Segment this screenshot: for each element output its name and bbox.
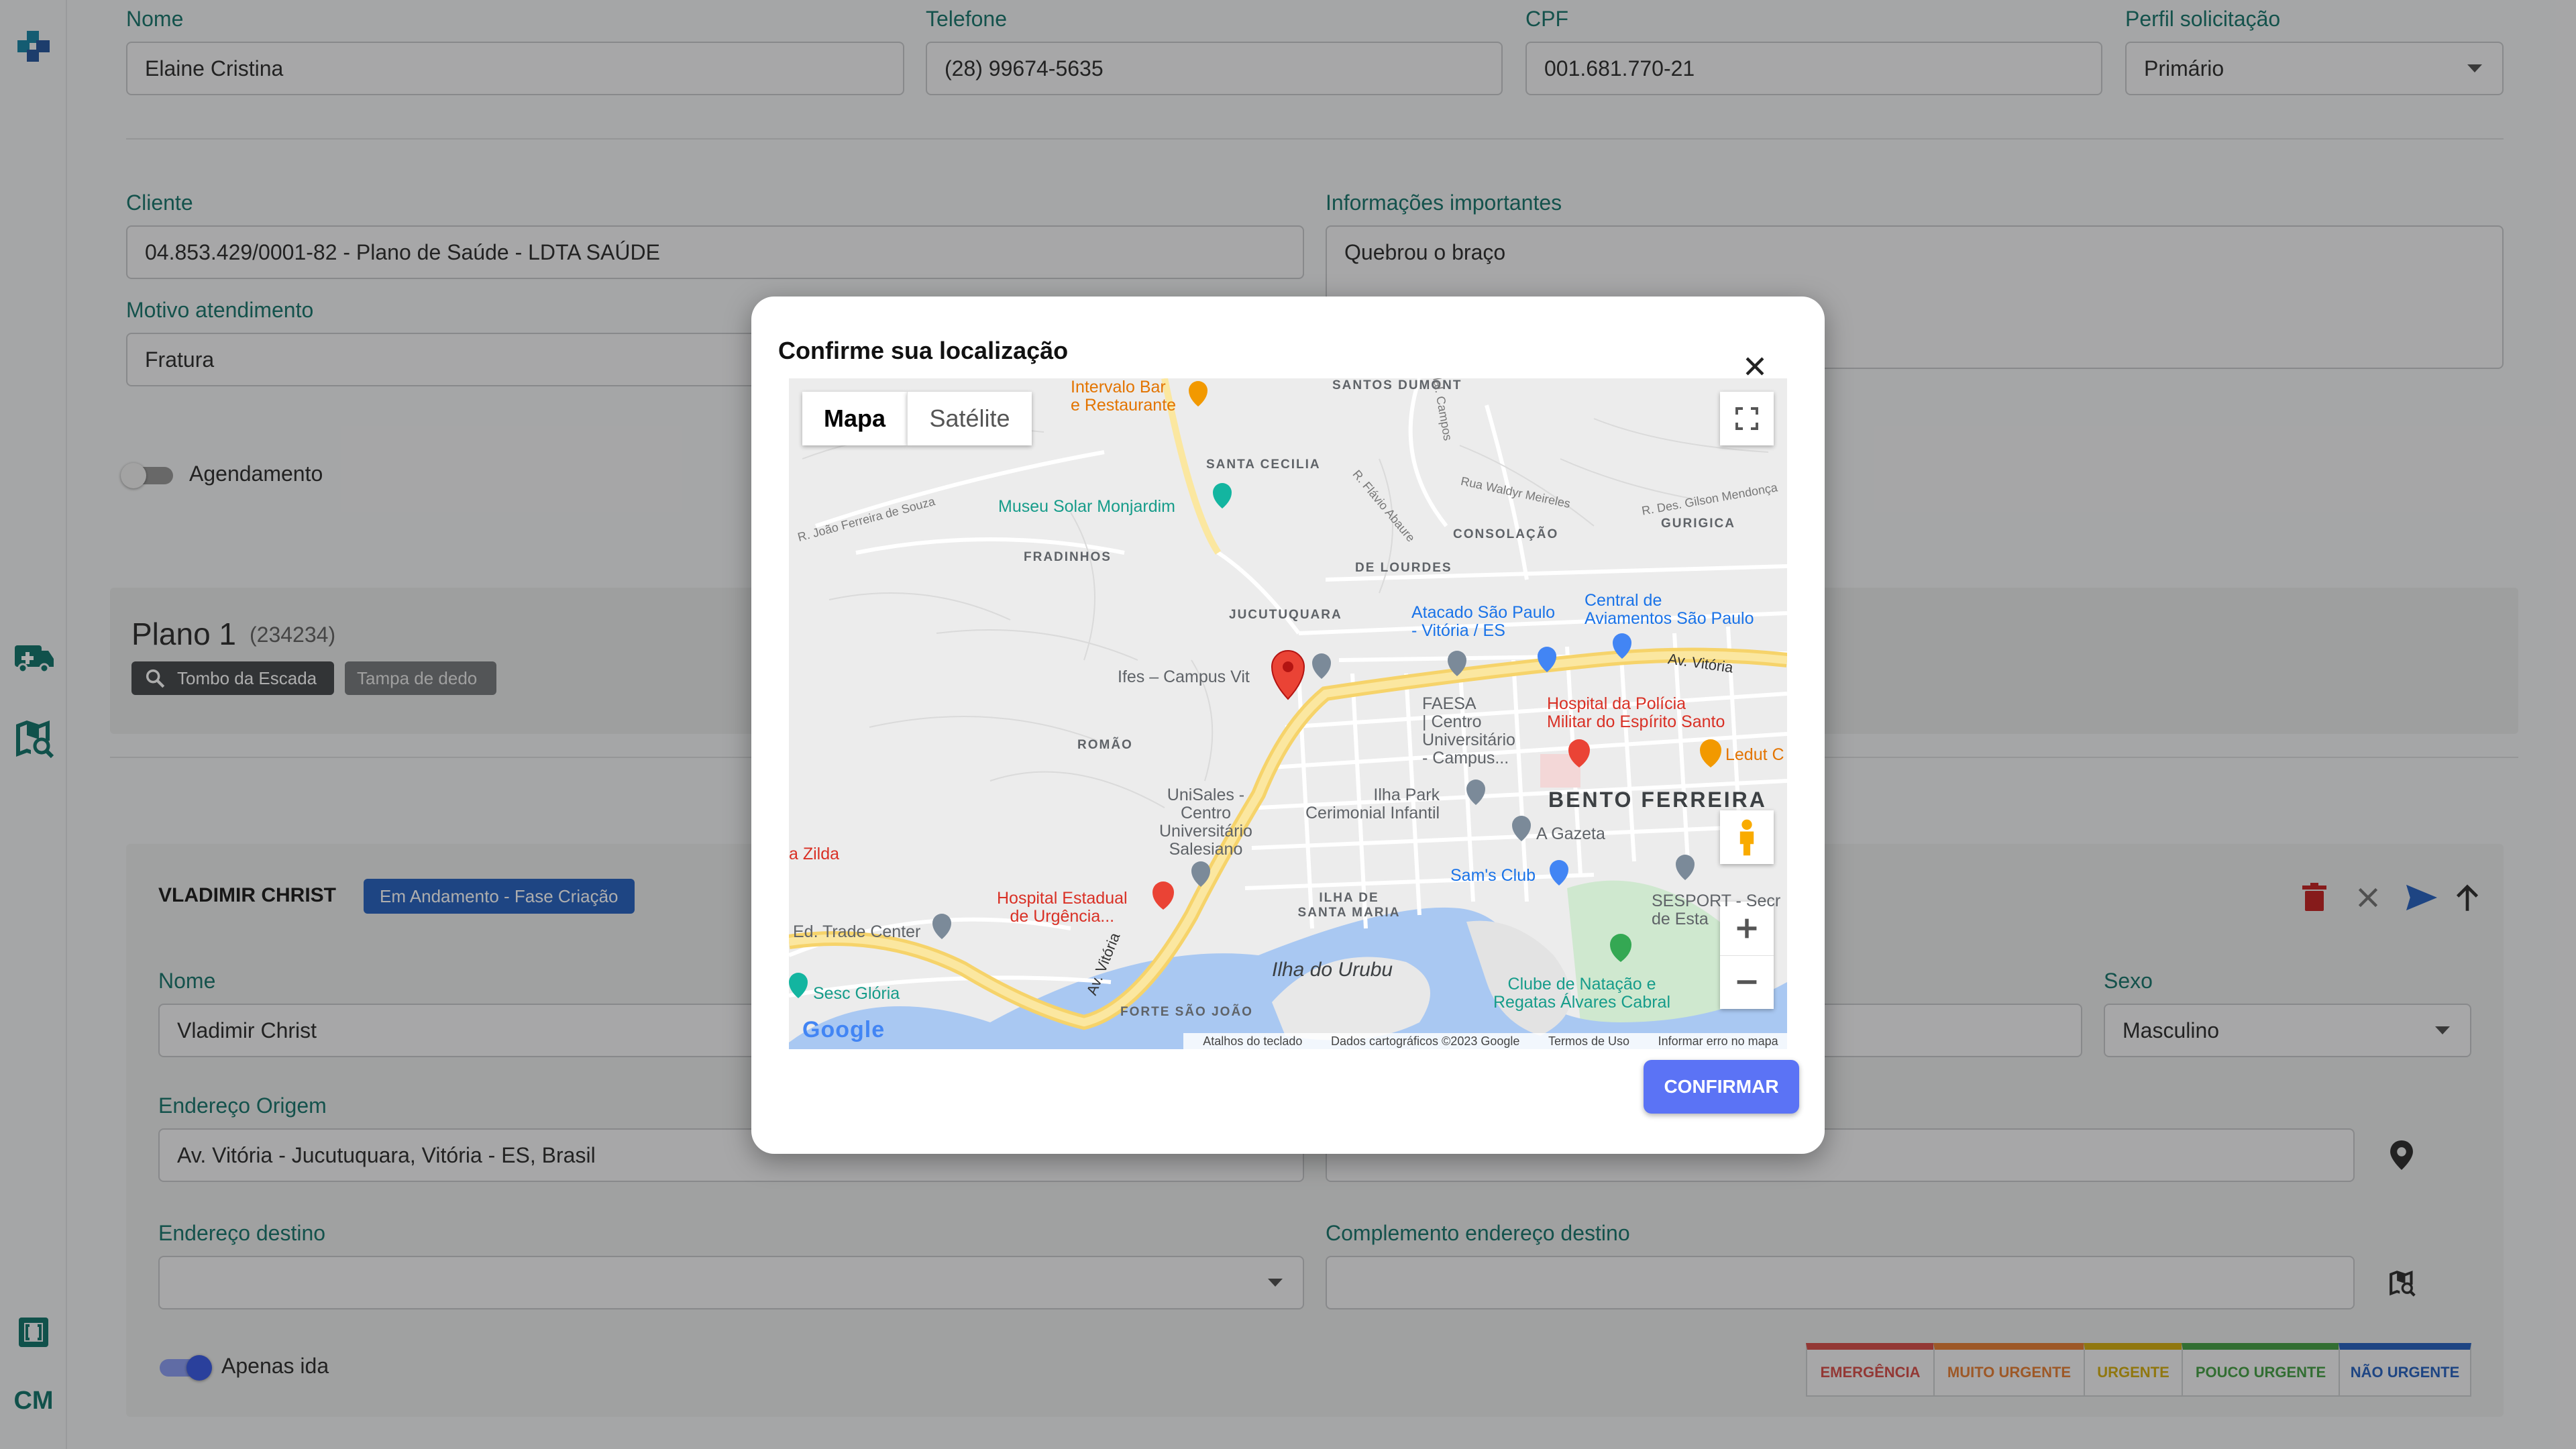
map-poi-label: Central de Aviamentos São Paulo [1585,591,1754,628]
confirm-button[interactable]: CONFIRMAR [1644,1060,1799,1114]
map-poi-label: Sesc Glória [813,984,900,1003]
report-error-link[interactable]: Informar erro no mapa [1658,1034,1778,1049]
map-poi-label: Ed. Trade Center [793,922,921,941]
keyboard-shortcuts-link[interactable]: Atalhos do teclado [1203,1034,1302,1049]
map-area-label: GURIGICA [1661,517,1735,531]
map-area-label: FORTE SÃO JOÃO [1120,1005,1253,1019]
map-poi-label: Museu Solar Monjardim [998,497,1175,516]
map-poi-label: A Gazeta [1536,824,1605,843]
map-data-text: Dados cartográficos ©2023 Google [1330,1034,1520,1048]
map-poi-label: Ilha do Urubu [1272,959,1393,981]
map-area-label: ILHA DE SANTA MARIA [1297,891,1401,920]
map-area-label: JUCUTUQUARA [1229,608,1342,622]
map-type-mapa[interactable]: Mapa [802,392,907,445]
map-area-label: CONSOLAÇÃO [1453,527,1559,541]
map-area-label: SANTA CECILIA [1206,458,1321,472]
map-view[interactable]: Mapa Satélite SANTOS DUMONT SANTA CECILI… [789,378,1787,1049]
map-poi-label: Atacado São Paulo - Vitória / ES [1411,603,1556,640]
google-logo: Google [802,1017,885,1043]
location-pin-icon[interactable] [1271,652,1305,700]
map-poi-label: Hospital Estadual de Urgência... [997,889,1128,926]
modal-title: Confirme sua localização [778,337,1069,364]
zoom-out-icon[interactable] [1720,956,1774,1010]
location-modal: Confirme sua localização Mapa Satélite S… [751,297,1825,1154]
map-poi-label: FAESA | Centro Universitário - Campus... [1422,694,1515,767]
map-area-label: FRADINHOS [1024,550,1112,564]
map-attribution: Atalhos do teclado Dados cartográficos ©… [1183,1033,1787,1049]
map-poi-label: Ledut C [1725,745,1784,764]
fullscreen-icon[interactable] [1720,392,1774,445]
map-poi-label: Ilha Park Cerimonial Infantil [1305,786,1440,822]
map-poi-label: Clube de Natação e Regatas Álvares Cabral [1493,975,1671,1012]
google-logo-text: Google [802,1017,885,1042]
street-view-pegman-icon[interactable] [1720,810,1774,864]
map-poi-label: SESPORT - Secr de Esta [1652,892,1781,928]
map-type-satelite[interactable]: Satélite [907,392,1032,445]
map-poi-label: UniSales - Centro Universitário Salesiano [1159,786,1252,859]
map-poi-label: Hospital da Polícia Militar do Espírito S… [1547,694,1725,731]
map-poi-label: a Zilda [789,845,840,863]
map-poi-label: Sam's Club [1450,866,1536,885]
map-area-label: ROMÃO [1077,738,1133,752]
map-poi-label: Ifes – Campus Vit [1118,667,1250,686]
terms-link[interactable]: Termos de Uso [1548,1034,1629,1049]
map-area-label: BENTO FERREIRA [1548,788,1767,812]
map-poi-label: Intervalo Bar e Restaurante [1071,378,1177,415]
map-area-label: DE LOURDES [1355,561,1452,575]
